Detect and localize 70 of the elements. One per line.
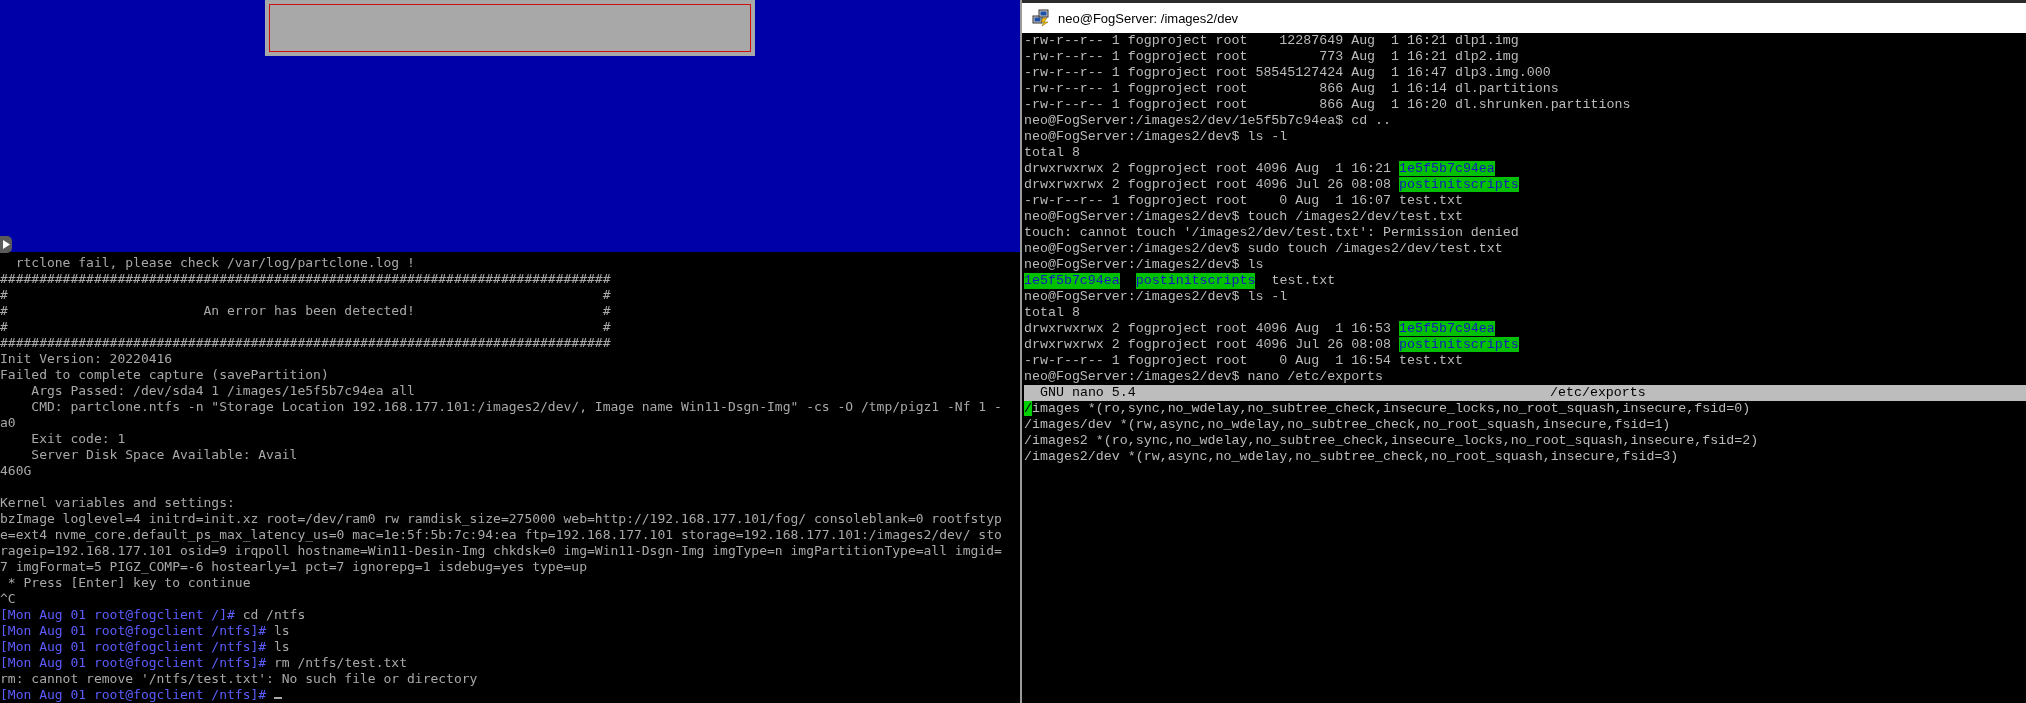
console-line: # # <box>0 287 612 303</box>
shell-prompt: [Mon Aug 01 root@fogclient /ntfs]# <box>0 623 267 638</box>
console-line: e=ext4 nvme_core.default_ps_max_latency_us=0 mac=1e:5f:5b:7c:94:ea ftp=192.168.177.101 storage=192.168.177.101:/images2/dev/ sto <box>0 527 1003 543</box>
shell-prompt: [Mon Aug 01 root@fogclient /ntfs]# <box>0 655 267 670</box>
directory-name: postinitscripts <box>1399 337 1519 352</box>
shell-prompt: [Mon Aug 01 root@fogclient /ntfs]# <box>0 639 267 654</box>
command-text: drwxrwxrwx 2 fogproject root 4096 Aug 1 16:53 <box>1024 321 1393 336</box>
command-text: test.txt <box>1271 273 1336 289</box>
console-line: 7 imgFormat=5 PIGZ_COMP=-6 hostearly=1 pct=7 ignorepg=1 isdebug=yes type=up <box>0 559 588 575</box>
console-line: rtclone fail, please check /var/log/partclone.log ! <box>14 255 416 271</box>
terminal-line: -rw-r--r-- 1 fogproject root 0 Aug 1 16:54 test.txt <box>1024 353 1464 369</box>
command-text: images *(ro,sync,no_wdelay,no_subtree_check,insecure_locks,no_root_squash,insecure,fsid=0) <box>1032 401 1751 416</box>
triangle-icon <box>2 240 10 249</box>
directory-name: postinitscripts <box>1135 273 1256 289</box>
console-line: rm: cannot remove '/ntfs/test.txt': No such file or directory <box>0 671 479 687</box>
command-text: drwxrwxrwx 2 fogproject root 4096 Jul 26 08:08 <box>1024 337 1393 352</box>
terminal-line: -rw-r--r-- 1 fogproject root 866 Aug 1 16:14 dl.partitions <box>1024 81 1560 97</box>
terminal-line: -rw-r--r-- 1 fogproject root 773 Aug 1 16:21 dlp2.img <box>1024 49 1520 65</box>
terminal-line: neo@FogServer:/images2/dev/1e5f5b7c94ea$ cd .. <box>1024 113 1393 129</box>
terminal-line: -rw-r--r-- 1 fogproject root 58545127424 Aug 1 16:47 dlp3.img.000 <box>1024 65 1552 81</box>
terminal-line: neo@FogServer:/images2/dev$ ls -l <box>1024 129 1289 145</box>
terminal-line: neo@FogServer:/images2/dev$ touch /images2/dev/test.txt <box>1024 209 1464 225</box>
console-line: Kernel variables and settings: <box>0 495 236 511</box>
terminal-line: neo@FogServer:/images2/dev$ ls <box>1024 257 1265 273</box>
terminal-line: -rw-r--r-- 1 fogproject root 12287649 Aug 1 16:21 dlp1.img <box>1024 33 1520 49</box>
file-line: /images/dev *(rw,async,no_wdelay,no_subtree_check,no_root_squash,insecure,fsid=1) <box>1024 417 1672 433</box>
console-line: Exit code: 1 <box>30 431 127 447</box>
console-line: ############################################################################## <box>0 335 612 351</box>
command-text: ls <box>272 623 290 638</box>
terminal-line: -rw-r--r-- 1 fogproject root 0 Aug 1 16:07 test.txt <box>1024 193 1464 209</box>
console-line: Args Passed: /dev/sda4 1 /images/1e5f5b7c94ea all <box>30 383 416 399</box>
panel-toggle-tab[interactable] <box>0 236 12 253</box>
terminal-line: neo@FogServer:/images2/dev$ sudo touch /images2/dev/test.txt <box>1024 241 1504 257</box>
cursor-character: / <box>1024 401 1032 416</box>
directory-name: 1e5f5b7c94ea <box>1399 161 1495 176</box>
console-line: ############################################################################## <box>0 271 612 287</box>
terminal-line: neo@FogServer:/images2/dev$ ls -l <box>1024 289 1289 305</box>
command-text: rm /ntfs/test.txt <box>272 655 407 670</box>
console-line: Init Version: 20220416 <box>0 351 174 367</box>
editor-version: GNU nano 5.4 <box>1040 385 1137 401</box>
computers-icon <box>1032 9 1050 27</box>
file-name: /etc/exports <box>1550 385 1647 401</box>
console-line: Failed to complete capture (savePartition) <box>0 367 330 383</box>
console-line: # An error has been detected! # <box>0 303 612 319</box>
console-line: 460G <box>0 463 33 479</box>
console-line: bzImage loglevel=4 initrd=init.xz root=/dev/ram0 rw ramdisk_size=275000 web=http://192.168.177.101/fog/ consoleblank=0 rootfstyp <box>0 511 1003 527</box>
command-text: drwxrwxrwx 2 fogproject root 4096 Jul 26 08:08 <box>1024 177 1393 192</box>
console-line: a0 <box>0 415 17 431</box>
directory-name: postinitscripts <box>1399 177 1519 192</box>
shell-prompt: [Mon Aug 01 root@fogclient /ntfs]# <box>0 687 267 702</box>
console-line: ^C <box>0 591 17 607</box>
command-text: ls <box>272 639 290 654</box>
console-line: rageip=192.168.177.101 osid=9 irqpoll hostname=Win11-Desin-Img chkdsk=0 img=Win11-Dsgn-Img imgType=n imgPartitionType=all imgid= <box>0 543 1003 559</box>
file-line: /images2 *(ro,sync,no_wdelay,no_subtree_check,insecure_locks,no_root_squash,insecure,fsid=2) <box>1024 433 1760 449</box>
command-text: cd /ntfs <box>241 607 306 622</box>
console-line: CMD: partclone.ntfs -n "Storage Location 192.168.177.101:/images2/dev/, Image name Win11-Dsgn-Img" -cs -O /tmp/pigz1 -Nf 1 - <box>30 399 1003 415</box>
terminal-line: touch: cannot touch '/images2/dev/test.txt': Permission denied <box>1024 225 1520 241</box>
console-line: * Press [Enter] key to continue <box>6 575 252 591</box>
directory-name: 1e5f5b7c94ea <box>1024 273 1120 289</box>
shell-prompt: [Mon Aug 01 root@fogclient /]# <box>0 607 235 622</box>
command-text: drwxrwxrwx 2 fogproject root 4096 Aug 1 16:21 <box>1024 161 1393 176</box>
console-line: Server Disk Space Available: Avail <box>30 447 299 463</box>
terminal-line: total 8 <box>1024 305 1081 321</box>
directory-name: 1e5f5b7c94ea <box>1399 321 1495 336</box>
terminal-line: neo@FogServer:/images2/dev$ nano /etc/exports <box>1024 369 1385 385</box>
terminal-line: -rw-r--r-- 1 fogproject root 866 Aug 1 16:20 dl.shrunken.partitions <box>1024 97 1632 113</box>
file-line: /images2/dev *(rw,async,no_wdelay,no_subtree_check,no_root_squash,insecure,fsid=3) <box>1024 449 1680 465</box>
console-line: # # <box>0 319 612 335</box>
window-title: neo@FogServer: /images2/dev <box>1058 10 1239 26</box>
terminal-line: total 8 <box>1024 145 1081 161</box>
